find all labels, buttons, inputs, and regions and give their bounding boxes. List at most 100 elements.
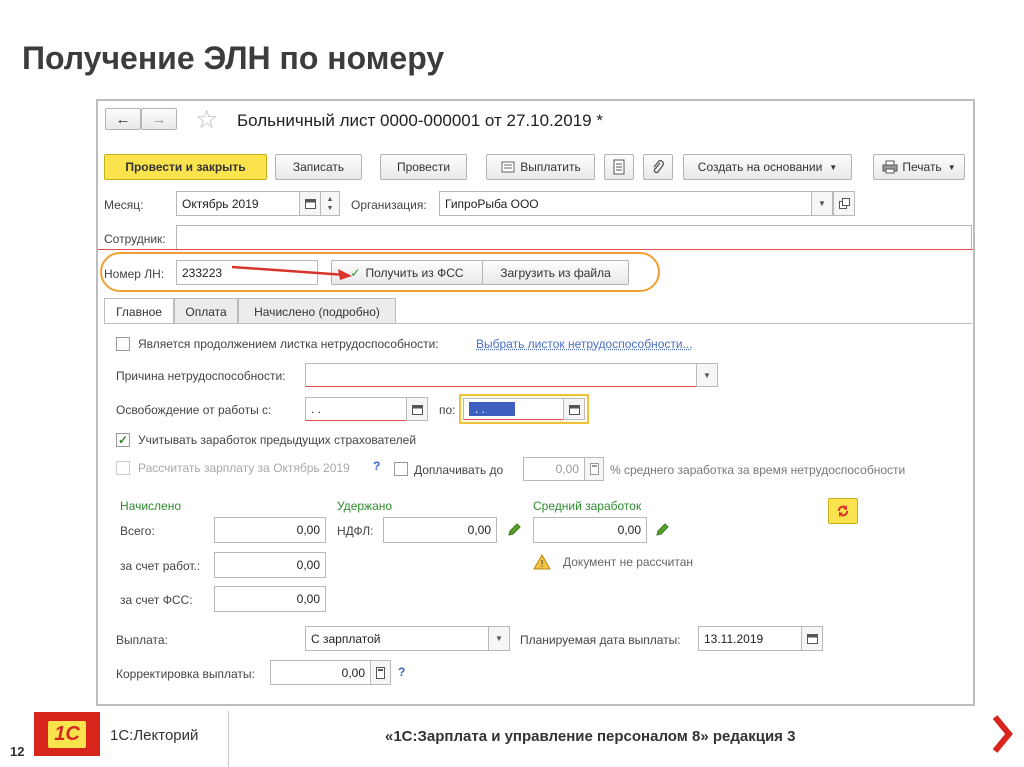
month-stepper[interactable]: ▲ ▼ (320, 191, 340, 216)
course-title: «1С:Зарплата и управление персоналом 8» … (385, 728, 796, 745)
employer-field[interactable]: 0,00 (214, 552, 326, 578)
employer-label: за счет работ.: (120, 559, 201, 573)
continuation-checkbox[interactable] (116, 337, 130, 351)
correction-label: Корректировка выплаты: (116, 667, 255, 681)
reason-dropdown-icon[interactable]: ▼ (696, 363, 718, 387)
org-dropdown-icon[interactable]: ▼ (811, 191, 833, 216)
calc-salary-checkbox[interactable] (116, 461, 130, 475)
help-icon[interactable]: ? (398, 665, 405, 679)
calendar-icon[interactable] (801, 626, 823, 651)
ndfl-label: НДФЛ: (337, 524, 374, 538)
employee-label: Сотрудник: (104, 232, 166, 246)
release-to-field[interactable]: . . (463, 398, 564, 420)
stepper-down-icon: ▼ (326, 204, 334, 212)
planned-date-field[interactable]: 13.11.2019 (698, 626, 802, 651)
avg-earnings-field[interactable]: 0,00 (533, 517, 647, 543)
report-icon (613, 159, 625, 175)
dropdown-arrow-icon: ▼ (829, 162, 838, 172)
accrued-header: Начислено (120, 499, 182, 513)
calc-salary-label: Рассчитать зарплату за Октябрь 2019 (138, 461, 350, 475)
highlight-outline (100, 252, 660, 292)
month-label: Месяц: (104, 198, 144, 212)
calculator-icon[interactable] (584, 457, 604, 481)
post-and-close-button[interactable]: Провести и закрыть (104, 154, 267, 180)
open-icon[interactable] (833, 191, 855, 216)
total-label: Всего: (120, 524, 155, 538)
logo-text: 1С (48, 720, 86, 748)
star-icon[interactable]: ☆ (195, 104, 218, 135)
extra-pay-checkbox[interactable] (394, 462, 408, 476)
org-field[interactable]: ГипроРыба ООО (439, 191, 812, 216)
pay-button-label: Выплатить (520, 160, 581, 174)
post-button[interactable]: Провести (380, 154, 467, 180)
calendar-icon[interactable] (563, 398, 585, 420)
printer-icon (882, 160, 898, 174)
create-based-label: Создать на основании (697, 160, 823, 174)
release-from-field[interactable]: . . (305, 397, 407, 421)
tab-divider (104, 323, 972, 324)
correction-field[interactable]: 0,00 (270, 660, 371, 685)
page-number: 12 (10, 744, 25, 759)
print-button[interactable]: Печать ▼ (873, 154, 965, 180)
forward-button[interactable]: → (141, 108, 177, 130)
extra-pay-suffix: % среднего заработка за время нетрудоспо… (610, 463, 906, 477)
refresh-icon (838, 505, 848, 517)
document-window: ← → ☆ Больничный лист 0000-000001 от 27.… (96, 99, 975, 706)
recalculate-button[interactable] (828, 498, 858, 524)
create-based-button[interactable]: Создать на основании ▼ (683, 154, 852, 180)
org-label: Организация: (351, 198, 427, 212)
reason-label: Причина нетрудоспособности: (116, 369, 286, 383)
pencil-icon[interactable] (506, 522, 522, 538)
calendar-icon[interactable] (299, 191, 321, 216)
consider-earnings-checkbox[interactable]: ✓ (116, 433, 130, 447)
to-label: по: (439, 403, 456, 417)
save-button[interactable]: Записать (275, 154, 362, 180)
fss-label: за счет ФСС: (120, 593, 193, 607)
consider-earnings-label: Учитывать заработок предыдущих страховат… (138, 433, 417, 447)
footer-divider (228, 711, 229, 767)
required-underline (98, 249, 973, 250)
arrow-right-icon: → (151, 110, 167, 128)
pay-button[interactable]: Выплатить (486, 154, 595, 180)
employee-field[interactable] (176, 225, 972, 250)
logo-1c: 1С (34, 712, 100, 756)
payout-dropdown-icon[interactable]: ▼ (488, 626, 510, 651)
payout-label: Выплата: (116, 633, 168, 647)
brand-label: 1С:Лекторий (110, 727, 199, 744)
ndfl-field[interactable]: 0,00 (383, 517, 497, 543)
attach-button[interactable] (643, 154, 673, 180)
total-field[interactable]: 0,00 (214, 517, 326, 543)
report-button[interactable] (604, 154, 634, 180)
extra-pay-field[interactable]: 0,00 (523, 457, 585, 481)
choose-sick-leave-link[interactable]: Выбрать листок нетрудоспособности... (476, 337, 693, 351)
payout-field[interactable]: С зарплатой (305, 626, 489, 651)
svg-text:!: ! (541, 559, 544, 570)
month-field[interactable]: Октябрь 2019 (176, 191, 300, 216)
avg-earnings-header: Средний заработок (533, 499, 642, 513)
tab-accrued-detailed[interactable]: Начислено (подробно) (238, 298, 396, 324)
document-title: Больничный лист 0000-000001 от 27.10.201… (237, 111, 603, 130)
not-calculated-text: Документ не рассчитан (563, 555, 694, 569)
pencil-icon[interactable] (654, 522, 670, 538)
continuation-label: Является продолжением листка нетрудоспос… (138, 337, 439, 351)
print-doc-icon (501, 161, 515, 173)
next-slide-icon[interactable] (990, 714, 1014, 754)
warning-icon: ! (533, 554, 551, 570)
reason-field[interactable] (305, 363, 697, 387)
stepper-up-icon: ▲ (326, 195, 334, 203)
calendar-icon[interactable] (406, 397, 428, 421)
help-icon[interactable]: ? (373, 459, 380, 473)
back-button[interactable]: ← (105, 108, 141, 130)
slide-title: Получение ЭЛН по номеру (22, 40, 445, 76)
planned-date-label: Планируемая дата выплаты: (520, 633, 681, 647)
release-label: Освобождение от работы с: (116, 403, 272, 417)
dropdown-arrow-icon: ▼ (947, 162, 956, 172)
extra-pay-label: Доплачивать до (414, 463, 504, 477)
withheld-header: Удержано (337, 499, 393, 513)
tab-payment[interactable]: Оплата (174, 298, 238, 324)
selected-date-text: . . (469, 402, 515, 416)
calculator-icon[interactable] (370, 660, 391, 685)
tab-main[interactable]: Главное (104, 298, 174, 324)
arrow-left-icon: ← (115, 110, 131, 128)
fss-field[interactable]: 0,00 (214, 586, 326, 612)
